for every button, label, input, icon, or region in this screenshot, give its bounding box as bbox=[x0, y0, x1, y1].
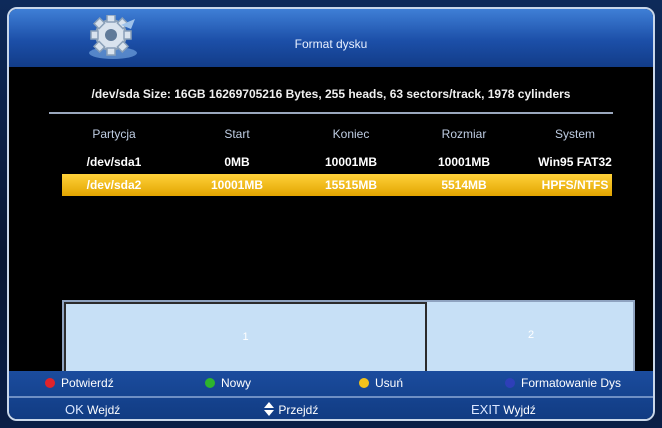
red-dot-icon bbox=[45, 378, 55, 388]
bottom-separator bbox=[9, 396, 653, 398]
divider bbox=[49, 112, 613, 114]
key-label: Potwierdź bbox=[61, 376, 114, 390]
column-header-partycja: Partycja bbox=[92, 127, 136, 141]
ok-label: Wejdź bbox=[87, 403, 121, 417]
cell-partition: /dev/sda2 bbox=[86, 178, 142, 192]
move-label: Przejdź bbox=[278, 403, 319, 417]
partition-label: 2 bbox=[527, 329, 535, 341]
yellow-dot-icon bbox=[359, 378, 369, 388]
main-content: /dev/sda Size: 16GB 16269705216 Bytes, 2… bbox=[9, 67, 653, 378]
green-key-new[interactable]: Nowy bbox=[205, 376, 251, 392]
up-down-arrow-icon bbox=[264, 402, 274, 416]
title-bar: Format dysku bbox=[9, 9, 653, 67]
key-label: Formatowanie Dys bbox=[521, 376, 622, 390]
dialog-frame: Format dysku /dev/sda Size: 16GB 1626970… bbox=[7, 7, 655, 421]
cell-partition: /dev/sda1 bbox=[86, 155, 142, 169]
exit-label: Wyjdź bbox=[503, 403, 536, 417]
key-label: Usuń bbox=[375, 376, 404, 390]
blue-key-format[interactable]: Formatowanie Dys bbox=[505, 376, 621, 392]
disk-info: /dev/sda Size: 16GB 16269705216 Bytes, 2… bbox=[91, 87, 571, 101]
ok-key: OK bbox=[65, 402, 84, 417]
red-key-confirm[interactable]: Potwierdź bbox=[45, 376, 114, 392]
column-header-system: System bbox=[554, 127, 595, 141]
screen: Format dysku /dev/sda Size: 16GB 1626970… bbox=[0, 0, 662, 428]
partition-segment-1[interactable]: 1 bbox=[64, 302, 427, 376]
table-row[interactable]: /dev/sda1 0MB 10001MB 10001MB Win95 FAT3… bbox=[62, 151, 612, 173]
bottom-bar: Potwierdź Nowy Usuń Formatowanie Dys OK … bbox=[9, 371, 653, 419]
green-dot-icon bbox=[205, 378, 215, 388]
partition-label: 1 bbox=[242, 331, 249, 343]
yellow-key-delete[interactable]: Usuń bbox=[359, 376, 403, 392]
key-label: Nowy bbox=[221, 376, 252, 390]
cell-system: Win95 FAT32 bbox=[538, 155, 612, 169]
partition-bar: 1 2 bbox=[62, 300, 635, 378]
exit-key: EXIT bbox=[471, 402, 500, 417]
nav-exit[interactable]: EXIT Wyjdź bbox=[471, 402, 536, 417]
partition-segment-2[interactable]: 2 bbox=[429, 302, 633, 376]
nav-move[interactable]: Przejdź bbox=[263, 402, 318, 417]
blue-dot-icon bbox=[505, 378, 515, 388]
table-row-selected[interactable]: /dev/sda2 10001MB 15515MB 5514MB HPFS/NT… bbox=[62, 174, 612, 196]
nav-ok[interactable]: OK Wejdź bbox=[65, 402, 120, 417]
window-title: Format dysku bbox=[294, 37, 368, 51]
cell-system: HPFS/NTFS bbox=[541, 178, 609, 192]
